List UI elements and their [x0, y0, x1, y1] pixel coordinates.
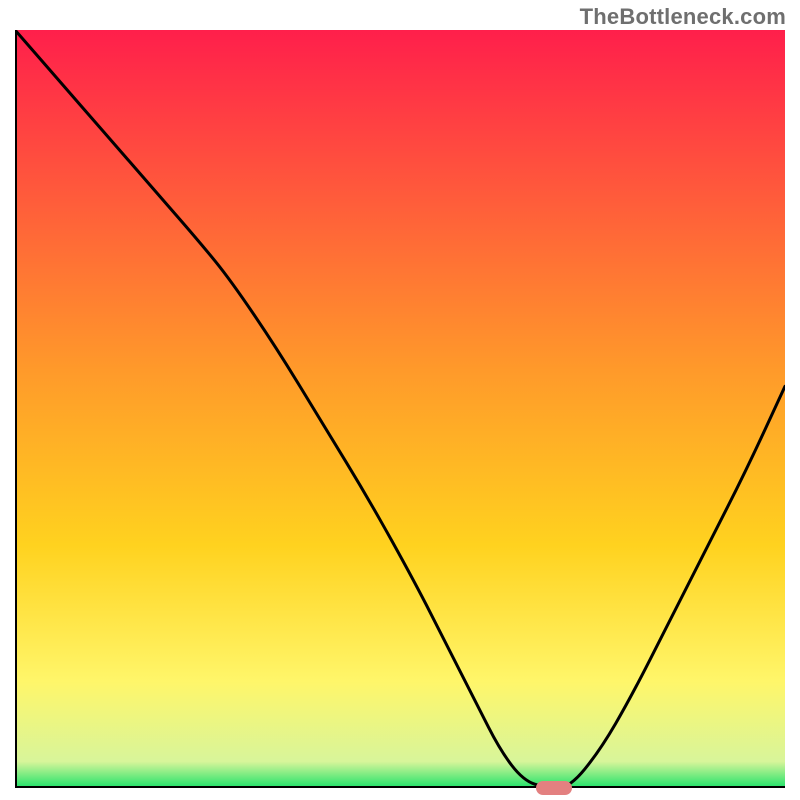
- watermark-text: TheBottleneck.com: [580, 4, 786, 30]
- optimal-marker: [536, 781, 572, 795]
- chart-container: TheBottleneck.com: [0, 0, 800, 800]
- axes: [15, 30, 785, 788]
